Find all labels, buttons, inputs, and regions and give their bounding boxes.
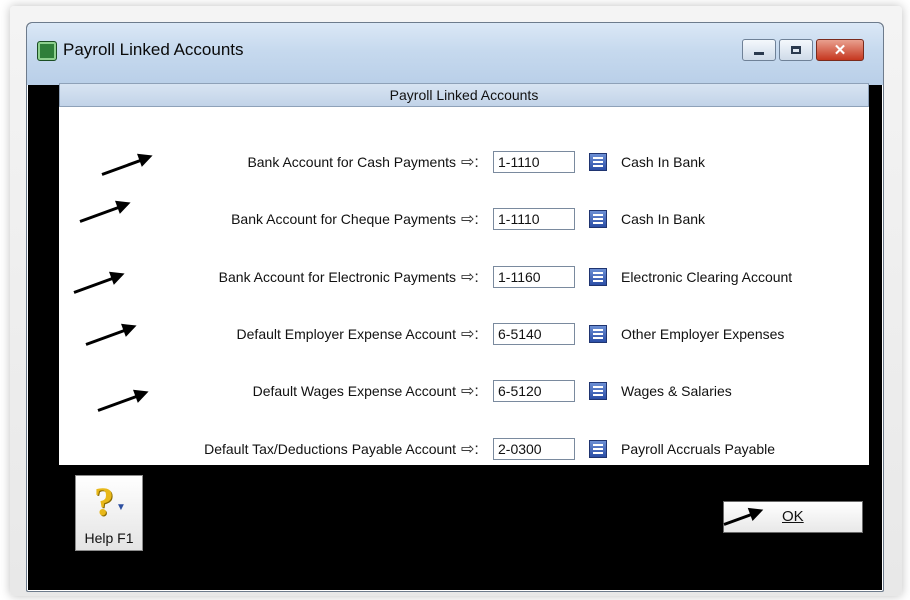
account-name: Cash In Bank [621,211,706,227]
row-electronic-payments: Bank Account for Electronic Payments ⇨: … [59,266,869,290]
list-lookup-icon[interactable] [589,325,607,343]
account-number-field[interactable]: 6-5120 [493,380,575,402]
row-label: Default Tax/Deductions Payable Account [204,441,456,457]
list-lookup-icon[interactable] [589,382,607,400]
account-number-field[interactable]: 2-0300 [493,438,575,460]
help-dropdown-icon: ▼ [116,502,126,513]
account-number-field[interactable]: 6-5140 [493,323,575,345]
ok-label: OK [782,508,804,525]
row-label: Bank Account for Cash Payments [247,154,456,170]
row-wages-expense: Default Wages Expense Account ⇨: 6-5120 … [59,380,869,404]
zoom-arrow-icon[interactable]: ⇨: [461,267,479,287]
linked-accounts-panel: Bank Account for Cash Payments ⇨: 1-1110… [59,107,869,465]
account-name: Cash In Bank [621,154,706,170]
row-label: Default Wages Expense Account [252,383,456,399]
list-lookup-icon[interactable] [589,440,607,458]
account-name: Wages & Salaries [621,383,732,399]
account-number-field[interactable]: 1-1110 [493,151,575,173]
row-cheque-payments: Bank Account for Cheque Payments ⇨: 1-11… [59,208,869,232]
window-title: Payroll Linked Accounts [63,40,244,59]
zoom-arrow-icon[interactable]: ⇨: [461,381,479,401]
section-header: Payroll Linked Accounts [59,83,869,107]
minimize-icon [754,51,764,55]
row-cash-payments: Bank Account for Cash Payments ⇨: 1-1110… [59,151,869,175]
row-label: Bank Account for Cheque Payments [231,211,456,227]
list-lookup-icon[interactable] [589,153,607,171]
zoom-arrow-icon[interactable]: ⇨: [461,324,479,344]
maximize-button[interactable] [779,39,813,61]
zoom-arrow-icon[interactable]: ⇨: [461,439,479,459]
title-bar[interactable]: Payroll Linked Accounts ✕ [27,23,883,85]
zoom-arrow-icon[interactable]: ⇨: [461,209,479,229]
account-name: Payroll Accruals Payable [621,441,776,457]
close-icon: ✕ [833,42,847,59]
help-question-icon: ? [94,479,114,524]
list-lookup-icon[interactable] [589,268,607,286]
zoom-arrow-icon[interactable]: ⇨: [461,152,479,172]
row-label: Default Employer Expense Account [236,326,456,342]
help-label: Help F1 [84,530,134,546]
row-tax-deductions-payable: Default Tax/Deductions Payable Account ⇨… [59,438,869,462]
maximize-icon [791,46,801,54]
list-lookup-icon[interactable] [589,210,607,228]
row-employer-expense: Default Employer Expense Account ⇨: 6-51… [59,323,869,347]
account-number-field[interactable]: 1-1110 [493,208,575,230]
minimize-button[interactable] [742,39,776,61]
account-name: Electronic Clearing Account [621,269,793,285]
help-button[interactable]: ? ▼ Help F1 [75,475,143,551]
account-number-field[interactable]: 1-1160 [493,266,575,288]
close-button[interactable]: ✕ [816,39,864,61]
account-name: Other Employer Expenses [621,326,785,342]
row-label: Bank Account for Electronic Payments [218,269,456,285]
app-icon [37,41,57,61]
